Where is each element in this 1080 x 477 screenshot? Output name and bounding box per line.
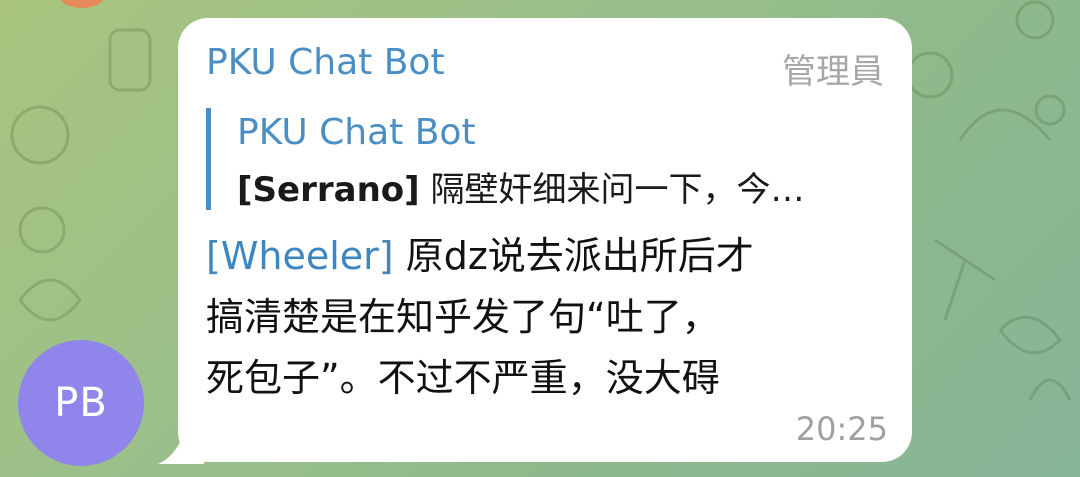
admin-badge: 管理員 xyxy=(782,52,884,92)
sender-name[interactable]: PKU Chat Bot xyxy=(206,42,445,83)
avatar-initials: PB xyxy=(54,380,108,426)
reply-tag: [Serrano] xyxy=(237,170,420,210)
reply-text: 隔壁奸细来问一下，今… xyxy=(419,170,805,210)
avatar[interactable]: PB xyxy=(18,340,144,466)
message-line-2: 搞清楚是在知乎发了句“吐了， xyxy=(206,295,720,339)
message-line-1: 原dz说去派出所后才 xyxy=(393,234,754,278)
message-line-3: 死包子”。不过不严重，没大碍 xyxy=(206,356,720,400)
message-tag: [Wheeler] xyxy=(206,234,394,278)
message-bubble[interactable]: PKU Chat Bot 管理員 PKU Chat Bot [Serrano] … xyxy=(178,18,912,462)
reply-preview: [Serrano] 隔壁奸细来问一下，今… xyxy=(237,162,887,211)
reply-sender: PKU Chat Bot xyxy=(237,112,476,153)
reply-quote[interactable]: PKU Chat Bot [Serrano] 隔壁奸细来问一下，今… xyxy=(206,108,891,210)
message-text: [Wheeler] 原dz说去派出所后才 搞清楚是在知乎发了句“吐了， 死包子”… xyxy=(206,226,886,409)
message-time: 20:25 xyxy=(795,410,888,448)
